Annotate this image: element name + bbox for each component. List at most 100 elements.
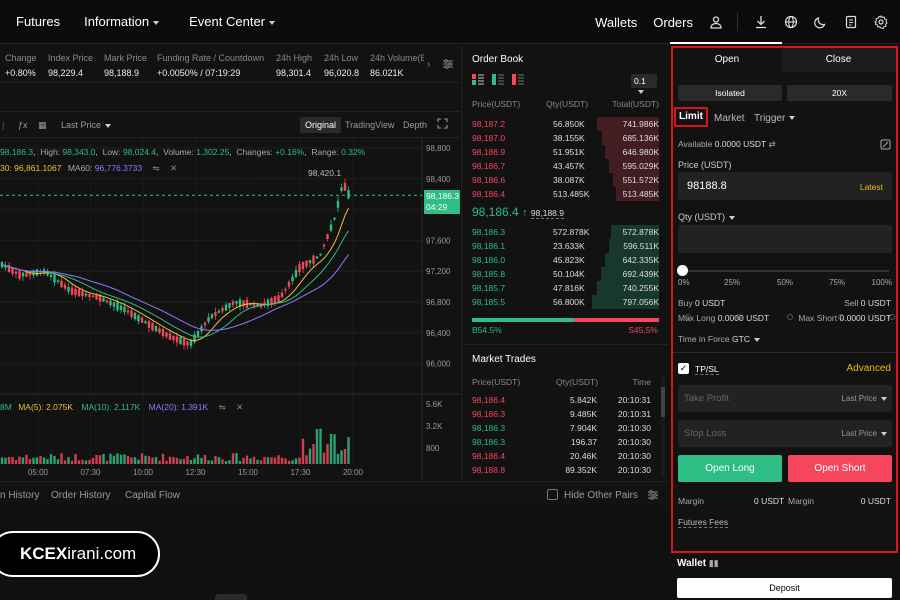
bid-row[interactable]: 98,185.7 47.816K 740.255K — [462, 281, 669, 295]
ask-row[interactable]: 98,187.2 56.850K 741.986K — [462, 117, 669, 131]
volume-bar — [161, 453, 165, 464]
globe-icon[interactable] — [784, 15, 798, 29]
nav-information[interactable]: Information — [84, 14, 160, 29]
ticker-mark-price: Mark Price 98,188.9 — [104, 53, 148, 78]
ask-row[interactable]: 98,186.9 51.951K 646.980K — [462, 145, 669, 159]
candle-body — [326, 234, 329, 239]
tab-market[interactable]: Market — [714, 113, 745, 124]
volume-bar — [84, 460, 88, 464]
settings-icon[interactable]: ⇋ — [152, 163, 159, 173]
volume-bar — [308, 448, 312, 464]
advanced-link[interactable]: Advanced — [847, 363, 891, 374]
futures-fees-link[interactable]: Futures Fees — [678, 517, 729, 528]
chart-icon[interactable]: ▮▮ — [709, 558, 719, 568]
nav-orders[interactable]: Orders — [653, 15, 693, 30]
bid-row[interactable]: 98,186.3 572.878K 572.878K — [462, 225, 669, 239]
chevron-right-icon[interactable]: › — [427, 59, 430, 70]
open-short-button[interactable]: Open Short — [788, 455, 892, 482]
last-price-select[interactable]: Last Price — [61, 120, 112, 130]
tab-close[interactable]: Close — [781, 48, 896, 72]
tpsl-checkbox[interactable]: ✓ — [678, 363, 689, 374]
bid-row[interactable]: 98,185.8 50.104K 692.439K — [462, 267, 669, 281]
ask-row[interactable]: 98,186.4 513.485K 513.485K — [462, 187, 669, 201]
bid-row[interactable]: 98,185.5 56.800K 797.056K — [462, 295, 669, 309]
volume-bar — [175, 457, 179, 464]
open-long-button[interactable]: Open Long — [678, 455, 782, 482]
stop-loss-trigger-select[interactable]: Last Price — [841, 429, 887, 438]
qty-input[interactable] — [678, 225, 892, 253]
margin-mode-button[interactable]: Isolated — [678, 85, 782, 101]
tab-open[interactable]: Open — [673, 48, 781, 72]
tab-limit[interactable]: Limit — [674, 107, 708, 127]
document-icon[interactable] — [844, 15, 858, 29]
take-profit-trigger-select[interactable]: Last Price — [841, 394, 887, 403]
gear-icon[interactable] — [874, 15, 888, 29]
close-icon[interactable]: ✕ — [170, 163, 177, 173]
volume-bar — [319, 428, 322, 464]
nav-active-underline — [670, 42, 782, 44]
volume-bar — [301, 438, 305, 464]
tab-position-history[interactable]: n History — [0, 490, 39, 501]
fullscreen-icon[interactable] — [437, 118, 448, 131]
transfer-icon[interactable]: ⇄ — [768, 139, 775, 149]
formula-icon[interactable]: ƒx — [18, 120, 28, 130]
candle-body — [35, 269, 39, 276]
nav-event-center[interactable]: Event Center — [189, 14, 275, 29]
settings-icon[interactable]: ⇋ — [219, 402, 226, 412]
candle-body — [294, 269, 298, 278]
trade-time: 20:10:30 — [617, 465, 651, 475]
candle-body — [343, 182, 347, 191]
qty-label[interactable]: Qty (USDT) — [678, 212, 735, 222]
hide-other-pairs-checkbox[interactable] — [547, 489, 558, 500]
tab-original[interactable]: Original — [300, 117, 342, 133]
trades-scrollbar[interactable] — [661, 377, 665, 477]
latest-button[interactable]: Latest — [860, 182, 883, 192]
candle-body — [308, 259, 312, 264]
sliders-icon[interactable] — [442, 58, 454, 72]
ask-row[interactable]: 98,186.6 38.087K 551.572K — [462, 173, 669, 187]
ask-price: 98,187.0 — [472, 133, 506, 143]
slider-tick[interactable] — [787, 314, 793, 320]
tab-order-history[interactable]: Order History — [51, 490, 110, 501]
tab-trigger[interactable]: Trigger — [754, 113, 796, 124]
bid-row[interactable]: 98,186.0 45.823K 642.335K — [462, 253, 669, 267]
stop-loss-input[interactable]: Stop Loss Last Price — [678, 420, 892, 447]
volume-bar — [105, 460, 109, 464]
asks-only-icon[interactable] — [512, 74, 524, 85]
bid-row[interactable]: 98,186.1 23.633K 596.511K — [462, 239, 669, 253]
panel-resize-handle[interactable] — [215, 594, 247, 600]
trade-qty: 9.485K — [570, 409, 597, 419]
price-input[interactable]: 98188.8 Latest — [678, 172, 892, 200]
price-chart[interactable]: 98,80098,40098,00097,60097,20096,80096,4… — [0, 138, 460, 480]
moon-icon[interactable] — [814, 15, 828, 29]
ohlc-legend: 98,186.3, High: 98,343.0, Low: 98,024.4,… — [0, 147, 366, 157]
volume-bar — [154, 457, 158, 464]
take-profit-input[interactable]: Take Profit Last Price — [678, 385, 892, 412]
calculator-icon[interactable] — [880, 137, 891, 155]
deposit-button[interactable]: Deposit — [677, 578, 892, 598]
tab-tradingview[interactable]: TradingView — [345, 120, 395, 130]
filter-icon[interactable] — [647, 489, 659, 504]
volume-bar — [340, 450, 343, 464]
time-in-force[interactable]: Time in Force GTC — [678, 334, 760, 344]
tab-capital-flow[interactable]: Capital Flow — [125, 490, 180, 501]
ask-row[interactable]: 98,187.0 38.155K 685.136K — [462, 131, 669, 145]
grid-icon[interactable]: ▦ — [38, 120, 47, 131]
candle-body — [56, 280, 60, 283]
close-icon[interactable]: ✕ — [236, 402, 243, 412]
x-tick-label: 05:00 — [28, 468, 49, 477]
ask-row[interactable]: 98,186.7 43.457K 595.029K — [462, 159, 669, 173]
bids-only-icon[interactable] — [492, 74, 504, 85]
qty-slider-track[interactable] — [681, 270, 889, 272]
both-sides-icon[interactable] — [472, 74, 484, 85]
leverage-button[interactable]: 20X — [787, 85, 892, 101]
download-icon[interactable] — [754, 15, 768, 29]
nav-futures[interactable]: Futures — [16, 14, 60, 29]
ask-qty: 56.850K — [553, 119, 585, 129]
user-icon[interactable] — [709, 15, 723, 29]
nav-wallets[interactable]: Wallets — [595, 15, 637, 30]
precision-select[interactable]: 0.1 — [631, 74, 657, 94]
qty-slider-handle[interactable] — [677, 265, 688, 276]
tab-depth[interactable]: Depth — [403, 120, 427, 130]
ask-total: 646.980K — [622, 147, 659, 157]
